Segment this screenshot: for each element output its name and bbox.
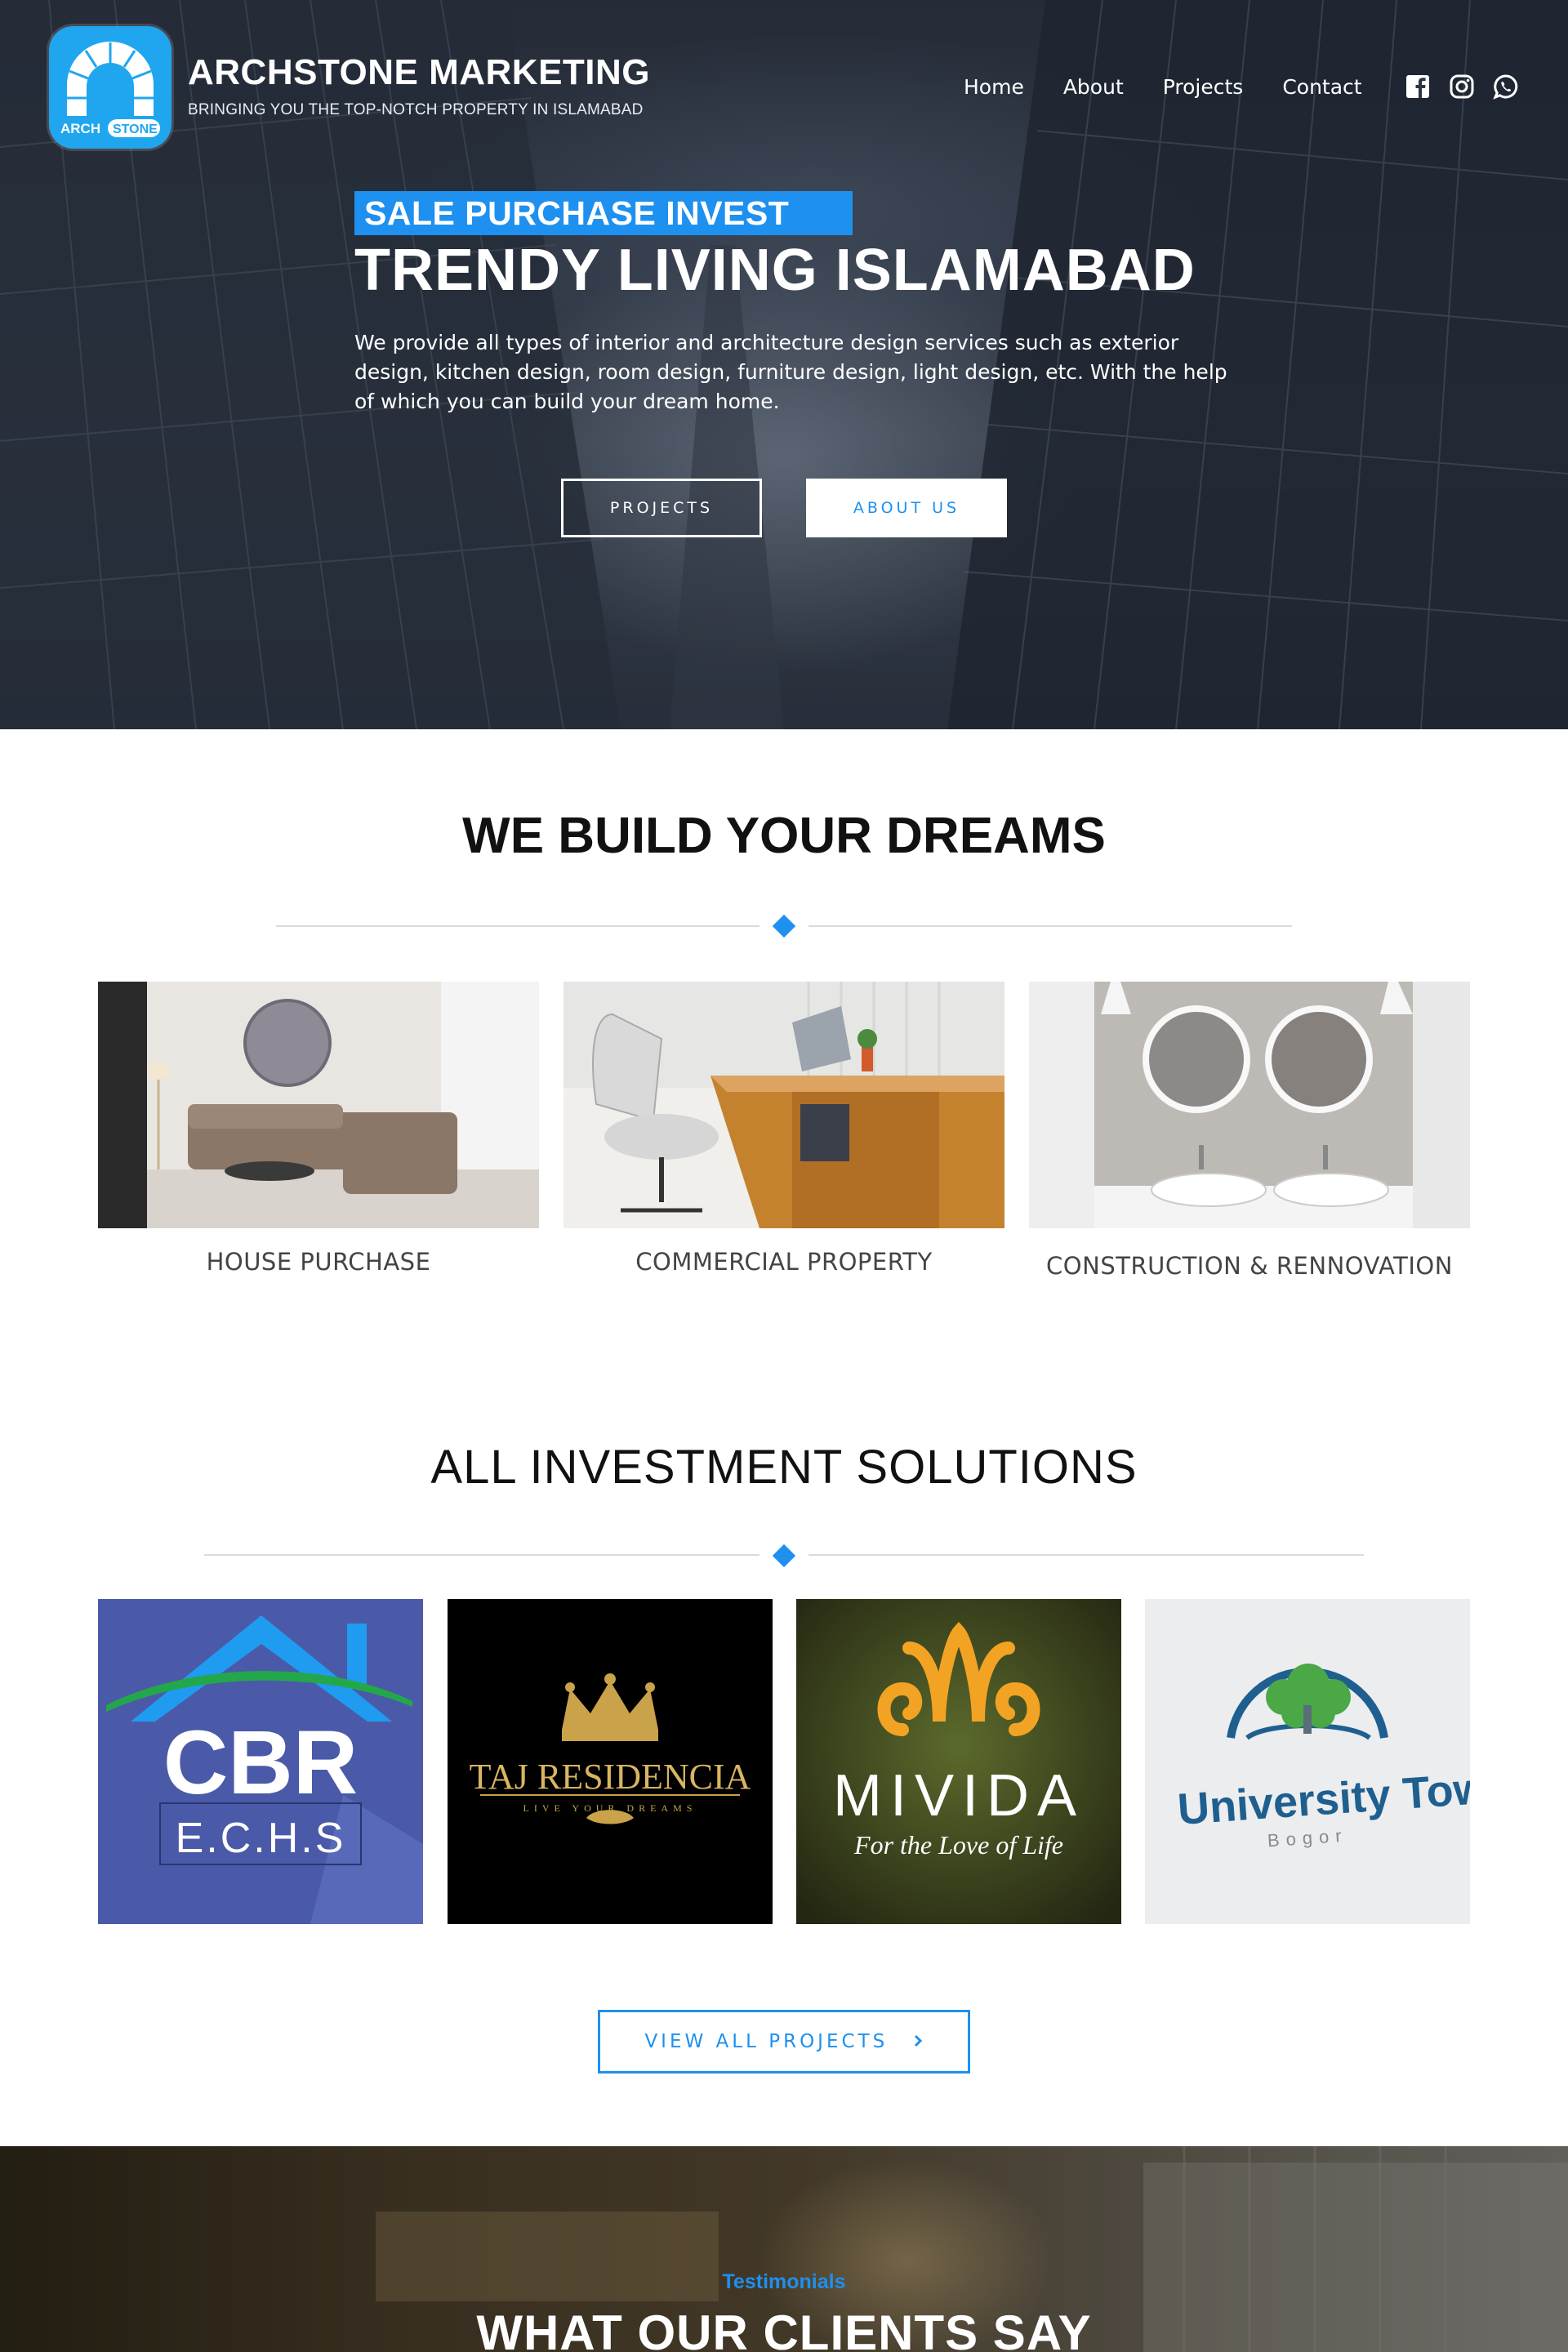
service-label: CONSTRUCTION & RENNOVATION xyxy=(1046,1252,1453,1280)
project-taj-residencia[interactable]: TAJ RESIDENCIA LIVE YOUR DREAMS xyxy=(448,1599,773,1924)
divider-line xyxy=(808,925,1292,927)
svg-text:TAJ RESIDENCIA: TAJ RESIDENCIA xyxy=(470,1757,751,1797)
living-room-photo xyxy=(98,982,539,1228)
diamond-divider-icon xyxy=(772,1544,796,1568)
service-label: HOUSE PURCHASE xyxy=(206,1248,431,1276)
investments-title: ALL INVESTMENT SOLUTIONS xyxy=(430,1441,1138,1494)
project-mivida[interactable]: MIVIDA For the Love of Life xyxy=(796,1599,1121,1924)
svg-text:LIVE YOUR DREAMS: LIVE YOUR DREAMS xyxy=(523,1802,697,1814)
view-all-projects-button[interactable]: VIEW ALL PROJECTS xyxy=(598,2010,970,2074)
svg-text:ARCH: ARCH xyxy=(60,121,100,136)
testimonials-title: WHAT OUR CLIENTS SAY xyxy=(476,2305,1092,2352)
svg-text:CBR: CBR xyxy=(163,1713,358,1813)
service-card-commercial-property[interactable] xyxy=(564,982,1004,1228)
hero-title: TRENDY LIVING ISLAMABAD xyxy=(354,238,1196,303)
nav-about[interactable]: About xyxy=(1063,75,1124,99)
mivida-logo: MIVIDA For the Love of Life xyxy=(796,1599,1121,1924)
divider-line xyxy=(808,1554,1364,1556)
svg-text:MIVIDA: MIVIDA xyxy=(833,1763,1085,1829)
whatsapp-icon[interactable] xyxy=(1493,74,1519,100)
office-desk-photo xyxy=(564,982,1004,1228)
facebook-icon[interactable] xyxy=(1405,74,1431,100)
svg-text:For the Love of Life: For the Love of Life xyxy=(853,1830,1063,1860)
divider-line xyxy=(276,925,760,927)
hero-badge: SALE PURCHASE INVEST xyxy=(354,191,853,235)
view-all-label: VIEW ALL PROJECTS xyxy=(644,2031,889,2052)
services-title: WE BUILD YOUR DREAMS xyxy=(462,808,1106,864)
nav-contact[interactable]: Contact xyxy=(1282,75,1361,99)
project-cbr[interactable]: CBR E.C.H.S xyxy=(98,1599,423,1924)
service-label: COMMERCIAL PROPERTY xyxy=(635,1248,933,1276)
nav-projects[interactable]: Projects xyxy=(1163,75,1244,99)
project-university-town[interactable]: University Town Bogor xyxy=(1145,1599,1470,1924)
svg-text:E.C.H.S: E.C.H.S xyxy=(176,1815,346,1862)
service-card-house-purchase[interactable] xyxy=(98,982,539,1228)
brand[interactable]: ARCH STONE ARCHSTONE MARKETING BRINGING … xyxy=(49,26,650,149)
brand-title[interactable]: ARCHSTONE MARKETING xyxy=(188,52,650,93)
nav-home[interactable]: Home xyxy=(964,75,1024,99)
about-us-button[interactable]: ABOUT US xyxy=(806,479,1007,537)
projects-button[interactable]: PROJECTS xyxy=(561,479,762,537)
testimonials-kicker: Testimonials xyxy=(722,2270,846,2293)
archstone-logo[interactable]: ARCH STONE xyxy=(49,26,172,149)
hero-description: We provide all types of interior and arc… xyxy=(354,331,1227,413)
cbr-logo: CBR E.C.H.S xyxy=(98,1599,423,1924)
diamond-divider-icon xyxy=(772,914,796,938)
taj-residencia-logo: TAJ RESIDENCIA LIVE YOUR DREAMS xyxy=(448,1599,773,1924)
service-card-construction[interactable] xyxy=(1029,982,1470,1228)
brand-tagline: BRINGING YOU THE TOP-NOTCH PROPERTY IN I… xyxy=(188,101,644,118)
main-nav: Home About Projects Contact xyxy=(964,75,1362,99)
social-links xyxy=(1405,74,1519,100)
university-town-logo: University Town Bogor xyxy=(1145,1599,1470,1924)
chevron-right-icon xyxy=(912,2012,924,2071)
bathroom-photo xyxy=(1029,982,1470,1228)
svg-text:STONE: STONE xyxy=(113,122,158,136)
divider-line xyxy=(204,1554,760,1556)
instagram-icon[interactable] xyxy=(1449,74,1475,100)
